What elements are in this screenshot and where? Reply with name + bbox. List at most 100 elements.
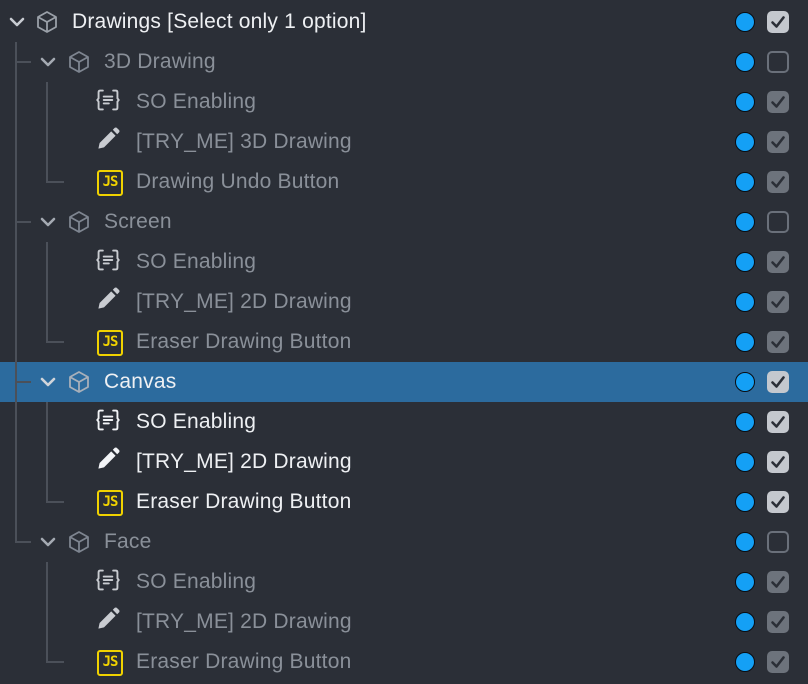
enabled-checkbox-unchecked[interactable] [767, 531, 789, 553]
tree-guide-line [46, 181, 64, 183]
pencil-icon [98, 447, 120, 469]
chevron-down-icon[interactable] [39, 373, 57, 391]
visibility-dot[interactable] [735, 572, 755, 592]
tree-guide-line [15, 42, 17, 542]
tree-group-item[interactable]: Canvas [0, 362, 808, 402]
checkmark-icon [771, 16, 785, 28]
tree-item-label: Canvas [104, 370, 177, 393]
tree-child-item[interactable]: [TRY_ME] 2D Drawing [0, 442, 808, 482]
visibility-dot[interactable] [735, 132, 755, 152]
enabled-checkbox-checked[interactable] [767, 651, 789, 673]
tree-group-item[interactable]: Face [0, 522, 808, 562]
enabled-checkbox-checked[interactable] [767, 291, 789, 313]
checkmark-icon [771, 256, 785, 268]
visibility-dot[interactable] [735, 292, 755, 312]
tree-guide-line [46, 82, 48, 182]
checkmark-icon [771, 376, 785, 388]
pencil-icon [98, 127, 120, 149]
visibility-dot[interactable] [735, 532, 755, 552]
checkmark-icon [771, 96, 785, 108]
chevron-down-icon[interactable] [8, 13, 26, 31]
visibility-dot[interactable] [735, 52, 755, 72]
visibility-dot[interactable] [735, 212, 755, 232]
tree-child-item[interactable]: JS Drawing Undo Button [0, 162, 808, 202]
tree-child-item[interactable]: [TRY_ME] 2D Drawing [0, 602, 808, 642]
tree-guide-line [46, 341, 64, 343]
cube-icon [69, 211, 89, 233]
visibility-dot[interactable] [735, 332, 755, 352]
tree-guide-line [46, 562, 48, 662]
enabled-checkbox-unchecked[interactable] [767, 51, 789, 73]
chevron-down-icon[interactable] [39, 53, 57, 71]
cube-icon [69, 531, 89, 553]
tree-item-label: SO Enabling [136, 90, 257, 113]
checkmark-icon [771, 456, 785, 468]
script-icon [96, 569, 120, 591]
visibility-dot[interactable] [735, 452, 755, 472]
enabled-checkbox-checked[interactable] [767, 611, 789, 633]
enabled-checkbox-checked[interactable] [767, 491, 789, 513]
enabled-checkbox-checked[interactable] [767, 451, 789, 473]
tree-guide-line [15, 541, 31, 543]
enabled-checkbox-checked[interactable] [767, 91, 789, 113]
tree-item-label: Eraser Drawing Button [136, 330, 352, 353]
visibility-dot[interactable] [735, 252, 755, 272]
visibility-dot[interactable] [735, 652, 755, 672]
chevron-down-icon[interactable] [39, 533, 57, 551]
checkmark-icon [771, 616, 785, 628]
tree-group-item[interactable]: Screen [0, 202, 808, 242]
enabled-checkbox-checked[interactable] [767, 371, 789, 393]
checkmark-icon [771, 336, 785, 348]
tree-group-item[interactable]: 3D Drawing [0, 42, 808, 82]
tree-child-item[interactable]: JS Eraser Drawing Button [0, 642, 808, 682]
chevron-down-icon[interactable] [39, 213, 57, 231]
tree-root-item[interactable]: Drawings [Select only 1 option] [0, 2, 808, 42]
tree-item-label: [TRY_ME] 2D Drawing [136, 610, 352, 633]
tree-item-label: Drawings [Select only 1 option] [72, 10, 367, 33]
enabled-checkbox-unchecked[interactable] [767, 211, 789, 233]
visibility-dot[interactable] [735, 492, 755, 512]
tree-child-item[interactable]: SO Enabling [0, 402, 808, 442]
tree-item-label: SO Enabling [136, 250, 257, 273]
tree-child-item[interactable]: SO Enabling [0, 242, 808, 282]
tree-guide-line [46, 661, 64, 663]
cube-icon [69, 371, 89, 393]
visibility-dot[interactable] [735, 172, 755, 192]
script-icon [96, 89, 120, 111]
tree-item-label: Face [104, 530, 152, 553]
visibility-dot[interactable] [735, 412, 755, 432]
tree-child-item[interactable]: [TRY_ME] 3D Drawing [0, 122, 808, 162]
checkmark-icon [771, 136, 785, 148]
cube-icon [37, 11, 57, 33]
js-icon: JS [97, 330, 123, 356]
checkmark-icon [771, 176, 785, 188]
enabled-checkbox-checked[interactable] [767, 171, 789, 193]
tree-child-item[interactable]: JS Eraser Drawing Button [0, 322, 808, 362]
tree-child-item[interactable]: SO Enabling [0, 82, 808, 122]
js-icon: JS [97, 170, 123, 196]
enabled-checkbox-checked[interactable] [767, 11, 789, 33]
pencil-icon [98, 607, 120, 629]
enabled-checkbox-checked[interactable] [767, 571, 789, 593]
visibility-dot[interactable] [735, 12, 755, 32]
tree-child-item[interactable]: [TRY_ME] 2D Drawing [0, 282, 808, 322]
enabled-checkbox-checked[interactable] [767, 251, 789, 273]
tree-child-item[interactable]: JS Eraser Drawing Button [0, 482, 808, 522]
tree-item-label: [TRY_ME] 3D Drawing [136, 130, 352, 153]
cube-icon [69, 51, 89, 73]
tree-child-item[interactable]: SO Enabling [0, 562, 808, 602]
visibility-dot[interactable] [735, 372, 755, 392]
pencil-icon [98, 287, 120, 309]
enabled-checkbox-checked[interactable] [767, 411, 789, 433]
visibility-dot[interactable] [735, 92, 755, 112]
tree-item-label: Eraser Drawing Button [136, 490, 352, 513]
js-icon: JS [97, 490, 123, 516]
tree-item-label: [TRY_ME] 2D Drawing [136, 290, 352, 313]
tree-guide-line [46, 501, 64, 503]
visibility-dot[interactable] [735, 612, 755, 632]
script-icon [96, 409, 120, 431]
tree-guide-line [15, 381, 31, 383]
scene-hierarchy-tree: Drawings [Select only 1 option] 3D Drawin… [0, 0, 808, 684]
enabled-checkbox-checked[interactable] [767, 131, 789, 153]
enabled-checkbox-checked[interactable] [767, 331, 789, 353]
